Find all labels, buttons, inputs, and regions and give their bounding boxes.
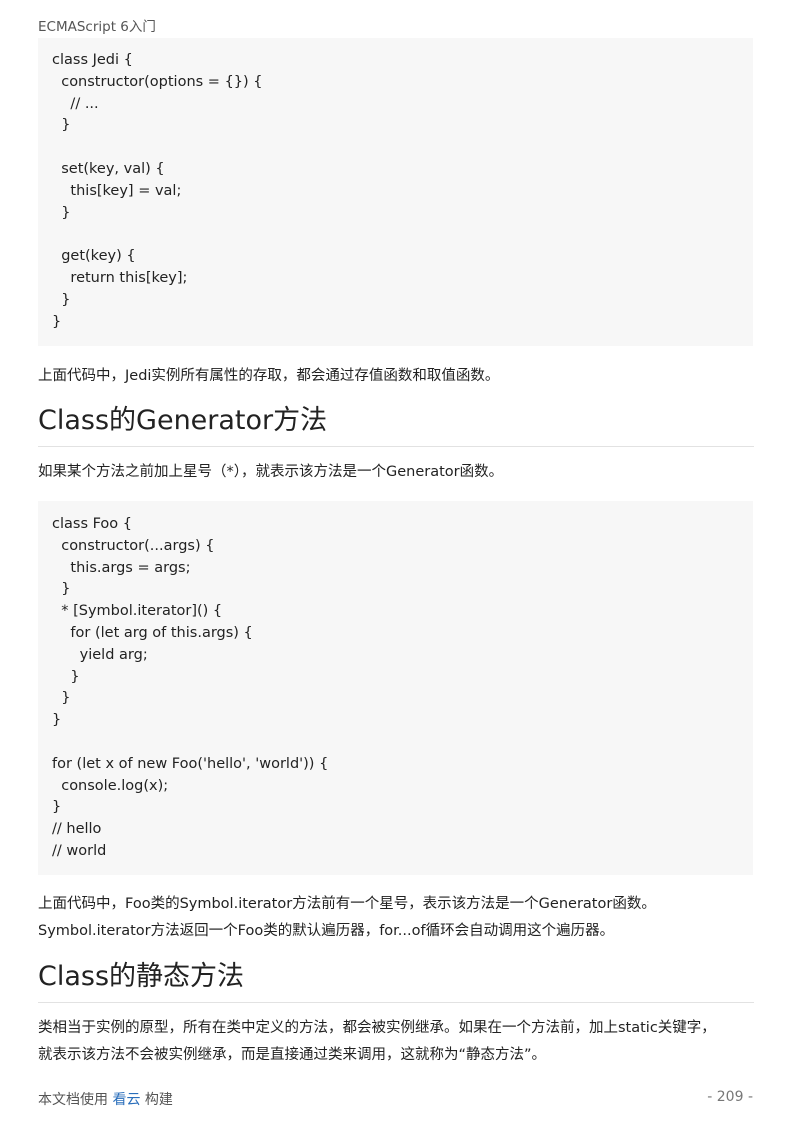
page-number: - 209 - [707, 1089, 753, 1105]
code-line: } [52, 117, 71, 134]
code-line: for (let arg of this.args) { [52, 624, 253, 641]
footer-credit: 本文档使用 看云 构建 [38, 1089, 173, 1109]
paragraph-generator-explanation: 上面代码中，Foo类的Symbol.iterator方法前有一个星号，表示该方法… [38, 891, 754, 945]
code-line: set(key, val) { [52, 160, 165, 177]
code-line: // ... [52, 95, 99, 112]
code-line: * [Symbol.iterator]() { [52, 603, 223, 620]
section-heading-static-methods: Class的静态方法 [38, 960, 754, 1003]
code-line: constructor(options = {}) { [52, 73, 263, 90]
footer-suffix: 构建 [140, 1092, 173, 1108]
code-line: } [52, 204, 71, 221]
code-line: console.log(x); [52, 777, 169, 794]
code-line: constructor(...args) { [52, 537, 215, 554]
code-line: for (let x of new Foo('hello', 'world'))… [52, 755, 329, 772]
code-line: this[key] = val; [52, 182, 182, 199]
code-line: // world [52, 842, 107, 859]
paragraph-line: 类相当于实例的原型，所有在类中定义的方法，都会被实例继承。如果在一个方法前，加上… [38, 1020, 716, 1036]
paragraph-accessor-summary: 上面代码中，Jedi实例所有属性的存取，都会通过存值函数和取值函数。 [38, 368, 500, 384]
code-line: } [52, 581, 71, 598]
code-line: } [52, 712, 62, 729]
code-line: } [52, 799, 62, 816]
section-heading-generator: Class的Generator方法 [38, 404, 754, 447]
code-line: // hello [52, 821, 102, 838]
kancloud-link[interactable]: 看云 [112, 1092, 140, 1108]
code-line: return this[key]; [52, 269, 188, 286]
code-line: } [52, 668, 80, 685]
code-line: class Foo { [52, 516, 133, 532]
code-line: yield arg; [52, 646, 148, 663]
code-block-jedi: class Jedi { constructor(options = {}) {… [38, 38, 753, 346]
code-line: class Jedi { [52, 52, 133, 68]
running-header: ECMAScript 6入门 [38, 19, 156, 35]
code-line: } [52, 313, 62, 330]
code-line: } [52, 690, 71, 707]
code-line: get(key) { [52, 248, 136, 265]
paragraph-static-methods: 类相当于实例的原型，所有在类中定义的方法，都会被实例继承。如果在一个方法前，加上… [38, 1015, 754, 1069]
footer-prefix: 本文档使用 [38, 1092, 113, 1108]
paragraph-line: 就表示该方法不会被实例继承，而是直接通过类来调用，这就称为“静态方法”。 [38, 1047, 547, 1063]
paragraph-line: Symbol.iterator方法返回一个Foo类的默认遍历器，for...of… [38, 923, 615, 939]
paragraph-generator-intro: 如果某个方法之前加上星号（*），就表示该方法是一个Generator函数。 [38, 464, 504, 480]
paragraph-line: 上面代码中，Foo类的Symbol.iterator方法前有一个星号，表示该方法… [38, 896, 656, 912]
code-line: this.args = args; [52, 559, 191, 576]
code-block-foo: class Foo { constructor(...args) { this.… [38, 501, 753, 875]
code-line: } [52, 291, 71, 308]
